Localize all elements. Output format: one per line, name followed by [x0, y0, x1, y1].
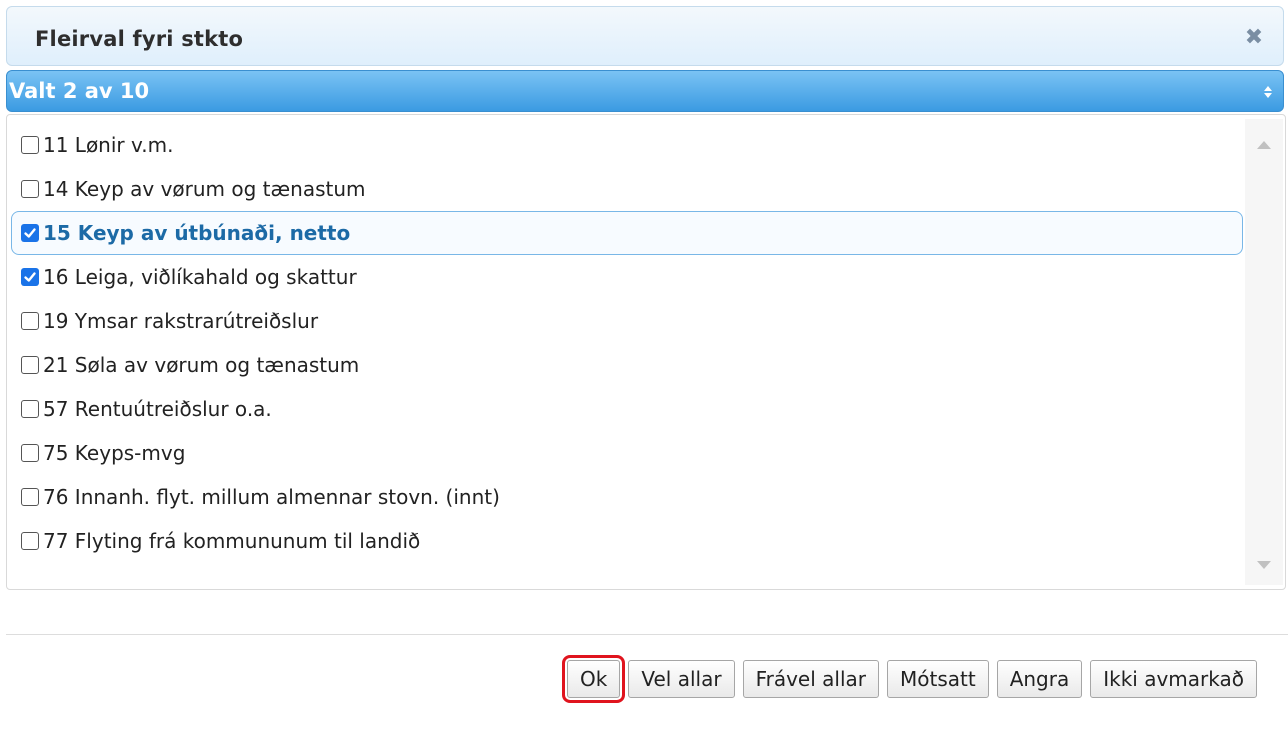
list-item-label: 11 Lønir v.m.	[43, 133, 174, 157]
multiselect-dialog: Fleirval fyri stkto ✖ Valt 2 av 10 11 Lø…	[0, 0, 1288, 733]
list-item-label: 77 Flyting frá kommununum til landið	[43, 529, 421, 553]
checkbox[interactable]	[21, 312, 39, 330]
selection-summary-label: Valt 2 av 10	[9, 79, 150, 103]
close-icon[interactable]: ✖	[1243, 27, 1265, 49]
deselect-all-button[interactable]: Frável allar	[742, 660, 879, 698]
list-item[interactable]: 76 Innanh. flyt. millum almennar stovn. …	[11, 475, 1243, 519]
check-icon	[24, 228, 36, 238]
options-list-panel: 11 Lønir v.m. 14 Keyp av vørum og tænastu…	[6, 114, 1286, 590]
options-list: 11 Lønir v.m. 14 Keyp av vørum og tænastu…	[11, 123, 1243, 563]
list-item[interactable]: 19 Ymsar rakstrarútreiðslur	[11, 299, 1243, 343]
ok-button[interactable]: Ok	[562, 655, 626, 703]
selection-summary-dropdown[interactable]: Valt 2 av 10	[6, 70, 1284, 112]
checkbox[interactable]	[21, 488, 39, 506]
checkbox-checked[interactable]	[21, 224, 39, 242]
select-all-button[interactable]: Vel allar	[628, 660, 735, 698]
list-item[interactable]: 15 Keyp av útbúnaði, netto	[11, 211, 1243, 255]
check-icon	[24, 272, 36, 282]
checkbox[interactable]	[21, 400, 39, 418]
scroll-up-icon[interactable]	[1257, 141, 1271, 149]
list-item-label: 19 Ymsar rakstrarútreiðslur	[43, 309, 319, 333]
footer-divider	[6, 634, 1288, 635]
dialog-titlebar: Fleirval fyri stkto ✖	[6, 6, 1284, 66]
checkbox[interactable]	[21, 136, 39, 154]
list-item[interactable]: 14 Keyp av vørum og tænastum	[11, 167, 1243, 211]
list-item[interactable]: 21 Søla av vørum og tænastum	[11, 343, 1243, 387]
list-item-label: 16 Leiga, viðlíkahald og skattur	[43, 265, 357, 289]
undo-button[interactable]: Angra	[996, 660, 1083, 698]
list-item-label: 15 Keyp av útbúnaði, netto	[43, 221, 351, 245]
checkbox[interactable]	[21, 444, 39, 462]
checkbox[interactable]	[21, 356, 39, 374]
checkbox[interactable]	[21, 532, 39, 550]
unrestricted-button[interactable]: Ikki avmarkað	[1090, 660, 1257, 698]
list-item[interactable]: 11 Lønir v.m.	[11, 123, 1243, 167]
list-item[interactable]: 16 Leiga, viðlíkahald og skattur	[11, 255, 1243, 299]
list-item-label: 21 Søla av vørum og tænastum	[43, 353, 360, 377]
updown-caret-icon	[1264, 86, 1272, 98]
checkbox-checked[interactable]	[21, 268, 39, 286]
list-item[interactable]: 75 Keyps-mvg	[11, 431, 1243, 475]
list-item-label: 75 Keyps-mvg	[43, 441, 186, 465]
dialog-title: Fleirval fyri stkto	[35, 27, 244, 51]
invert-selection-button[interactable]: Mótsatt	[887, 660, 989, 698]
list-item[interactable]: 77 Flyting frá kommununum til landið	[11, 519, 1243, 563]
list-item-label: 14 Keyp av vørum og tænastum	[43, 177, 366, 201]
scroll-down-icon[interactable]	[1257, 561, 1271, 569]
list-item-label: 57 Rentuútreiðslur o.a.	[43, 397, 272, 421]
list-item-label: 76 Innanh. flyt. millum almennar stovn. …	[43, 485, 500, 509]
button-row: Ok Vel allar Frável allar Mótsatt Angra …	[562, 655, 1257, 703]
checkbox[interactable]	[21, 180, 39, 198]
list-item[interactable]: 57 Rentuútreiðslur o.a.	[11, 387, 1243, 431]
scrollbar[interactable]	[1245, 119, 1283, 585]
